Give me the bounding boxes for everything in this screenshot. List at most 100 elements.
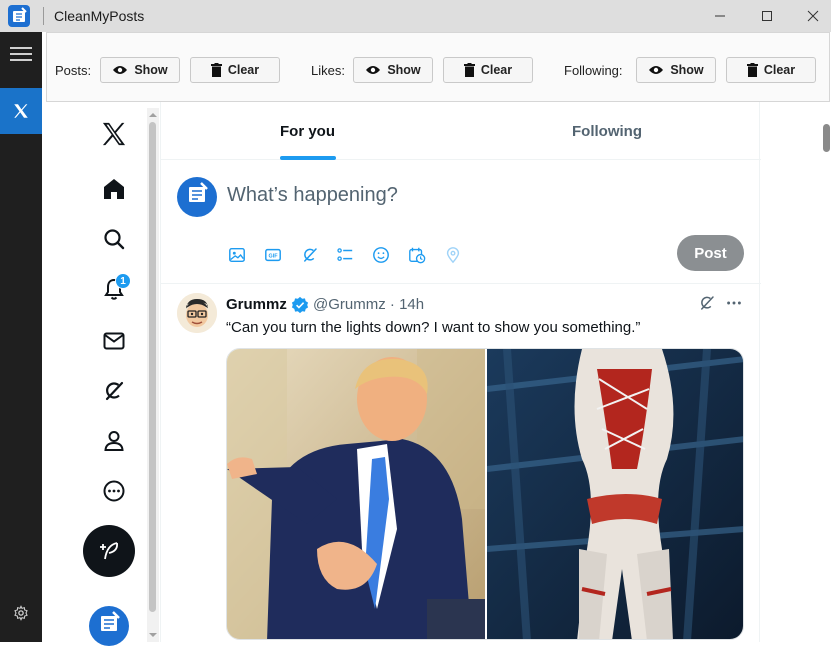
rail-x-tab[interactable]	[0, 88, 42, 134]
hamburger-menu-button[interactable]	[0, 32, 42, 76]
posts-show-label: Show	[134, 63, 168, 77]
following-show-button[interactable]: Show	[636, 57, 716, 83]
likes-show-label: Show	[387, 63, 421, 77]
schedule-button[interactable]	[403, 241, 431, 269]
poll-icon	[337, 248, 353, 261]
cartoon-avatar-icon	[177, 293, 217, 333]
svg-text:GIF: GIF	[269, 254, 279, 260]
more-horizontal-icon	[727, 301, 741, 305]
grok-icon	[304, 248, 317, 262]
page-scrollbar-thumb[interactable]	[823, 124, 830, 152]
tab-for-you[interactable]: For you	[161, 102, 454, 160]
gear-icon	[14, 605, 28, 621]
image-icon	[229, 247, 245, 263]
tweet-image-1[interactable]	[227, 349, 485, 639]
nav-x-logo[interactable]	[94, 114, 134, 154]
tab-following[interactable]: Following	[461, 102, 753, 160]
following-clear-label: Clear	[763, 63, 796, 77]
more-circle-icon	[103, 480, 125, 502]
cleanmyposts-avatar-icon	[101, 611, 120, 631]
eye-icon	[649, 66, 664, 74]
close-icon	[807, 10, 819, 22]
compose-post-button[interactable]	[83, 525, 135, 577]
schedule-icon	[409, 247, 426, 264]
tab-for-you-label: For you	[280, 122, 335, 140]
grok-icon	[701, 296, 714, 310]
tweet-handle-time[interactable]: @Grummz · 14h	[313, 296, 424, 313]
likes-show-button[interactable]: Show	[353, 57, 433, 83]
post-button[interactable]: Post	[677, 235, 744, 271]
posts-show-button[interactable]: Show	[100, 57, 180, 83]
tweet[interactable]: Grummz @Grummz · 14h “Can you turn the l…	[161, 285, 761, 645]
notification-badge: 1	[115, 273, 131, 289]
posts-label: Posts:	[55, 63, 92, 78]
x-logo-icon	[14, 104, 28, 118]
cleanmyposts-avatar-icon	[189, 182, 208, 202]
dot-separator: ·	[389, 296, 395, 313]
nav-home[interactable]	[94, 169, 134, 209]
tweet-grok-button[interactable]	[698, 294, 716, 317]
nav-notifications[interactable]: 1	[94, 269, 134, 309]
cleanup-toolbar: Posts: Show Clear Likes: Show Clear Foll…	[46, 32, 830, 102]
post-composer: What’s happening? GIF Post	[161, 161, 761, 284]
trash-icon	[210, 63, 222, 77]
close-button[interactable]	[790, 0, 831, 32]
timeline-tabs: For you Following	[161, 102, 761, 160]
nav-more[interactable]	[94, 471, 134, 511]
tweet-time[interactable]: 14h	[399, 296, 424, 313]
trash-icon	[463, 63, 475, 77]
tweet-media[interactable]	[226, 348, 744, 640]
gif-icon: GIF	[265, 248, 281, 262]
minimize-icon	[715, 15, 725, 17]
location-button[interactable]	[439, 241, 467, 269]
x-logo-icon	[102, 122, 126, 146]
tweet-text: “Can you turn the lights down? I want to…	[226, 319, 641, 336]
maximize-button[interactable]	[744, 0, 790, 32]
likes-clear-label: Clear	[480, 63, 513, 77]
trash-icon	[746, 63, 758, 77]
posts-clear-button[interactable]: Clear	[190, 57, 280, 83]
following-show-label: Show	[670, 63, 704, 77]
grok-icon	[105, 381, 124, 401]
search-icon	[104, 229, 125, 250]
nav-scrollbar-thumb[interactable]	[149, 122, 156, 612]
nav-explore[interactable]	[94, 219, 134, 259]
nav-grok[interactable]	[94, 371, 134, 411]
location-icon	[446, 247, 460, 264]
composer-input[interactable]: What’s happening?	[227, 184, 398, 207]
eye-icon	[113, 66, 128, 74]
settings-button[interactable]	[0, 598, 42, 628]
posts-clear-label: Clear	[227, 63, 260, 77]
photo-man-in-suit-icon	[227, 349, 485, 639]
nav-messages[interactable]	[94, 321, 134, 361]
scroll-down-arrow-icon	[149, 633, 157, 637]
minimize-button[interactable]	[697, 0, 743, 32]
following-label: Following:	[564, 63, 623, 78]
gif-button[interactable]: GIF	[259, 241, 287, 269]
page-scrollbar[interactable]	[818, 102, 831, 642]
hamburger-icon	[10, 47, 32, 61]
poll-button[interactable]	[331, 241, 359, 269]
nav-profile[interactable]	[94, 421, 134, 461]
tweet-author-avatar[interactable]	[177, 293, 217, 333]
media-button[interactable]	[223, 241, 251, 269]
tweet-image-2[interactable]	[486, 349, 743, 639]
title-bar: CleanMyPosts	[0, 0, 831, 32]
following-clear-button[interactable]: Clear	[726, 57, 816, 83]
tweet-handle[interactable]: @Grummz	[313, 296, 386, 313]
likes-clear-button[interactable]: Clear	[443, 57, 533, 83]
verified-badge-icon	[291, 296, 309, 319]
emoji-button[interactable]	[367, 241, 395, 269]
feather-plus-icon	[100, 542, 118, 560]
account-avatar[interactable]	[89, 606, 129, 646]
tweet-author-name[interactable]: Grummz	[226, 296, 287, 313]
photo-scifi-armor-icon	[486, 349, 743, 639]
nav-scrollbar[interactable]	[147, 108, 159, 642]
mail-icon	[103, 332, 125, 350]
title-separator	[43, 7, 44, 25]
composer-avatar	[177, 177, 217, 217]
grok-button[interactable]	[296, 241, 324, 269]
timeline: For you Following What’s happening? GIF	[160, 102, 761, 645]
x-sidebar-nav: 1	[42, 102, 147, 646]
tweet-more-button[interactable]	[725, 294, 743, 317]
